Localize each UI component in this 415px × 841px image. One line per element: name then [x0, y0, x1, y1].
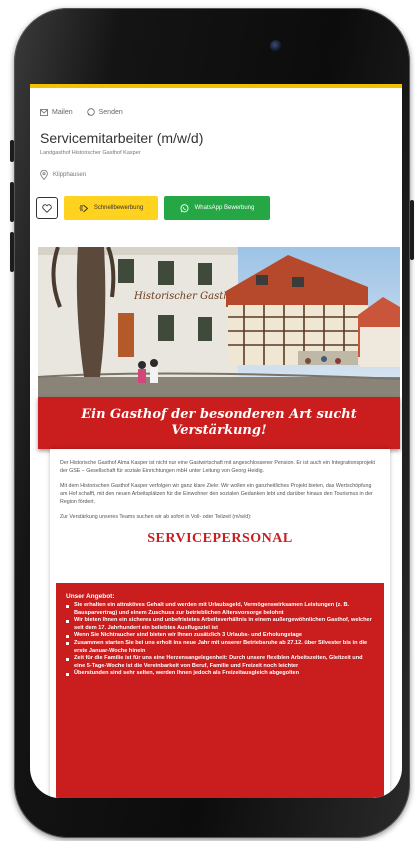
inn-sign-text: Historischer Gasthof	[133, 291, 242, 302]
whatsapp-apply-label: WhatsApp Bewerbung	[194, 205, 255, 211]
job-title: Servicemitarbeiter (m/w/d)	[40, 130, 204, 146]
phone-power-button	[410, 200, 414, 260]
offer-item: Zusammen starten Sie bei uns erholt ins …	[66, 640, 374, 655]
offer-item: Zeit für die Familie ist für uns eine He…	[66, 655, 374, 670]
phone-volume-up-button	[10, 182, 14, 222]
ad-paragraph-1: Der Historische Gasthof Alma Kasper ist …	[60, 460, 376, 474]
offer-item: Wenn Sie Nichtraucher sind bieten wir Ih…	[66, 632, 374, 640]
ad-banner: Ein Gasthof der besonderen Art sucht Ver…	[38, 397, 400, 449]
apply-buttons: Schnellbewerbung WhatsApp Bewerbung	[36, 196, 402, 220]
inn-illustration: Historischer Gasthof	[38, 247, 400, 403]
offer-box: Unser Angebot: Sie erhalten ein attrakti…	[56, 583, 384, 798]
whatsapp-apply-button[interactable]: WhatsApp Bewerbung	[164, 196, 270, 220]
header-accent-bar	[30, 84, 402, 88]
mail-icon	[40, 108, 48, 116]
offer-item: Sie erhalten ein attraktives Gehalt und …	[66, 602, 374, 617]
whatsapp-icon	[180, 203, 189, 212]
phone-screen: Mailen Senden Servicemitarbeiter (m/w/d)…	[30, 84, 402, 798]
ad-card: Der Historische Gasthof Alma Kasper ist …	[50, 449, 390, 798]
quick-apply-icon	[79, 204, 88, 212]
ad-paragraph-2: Mit dem Historischen Gasthof Kasper verf…	[60, 483, 373, 505]
quick-apply-button[interactable]: Schnellbewerbung	[64, 196, 158, 220]
offer-item: Wir bieten Ihnen ein sicheres und unbefr…	[66, 617, 374, 632]
favorite-button[interactable]	[36, 197, 58, 219]
ad-paragraph-3: Zur Verstärkung unseres Teams suchen wir…	[60, 514, 252, 520]
job-ad-poster: Historischer Gasthof Ein Gasthof der bes…	[38, 247, 400, 798]
banner-line-2: Verstärkung!	[171, 423, 267, 438]
location-pin-icon	[40, 170, 48, 180]
banner-line-1: Ein Gasthof der besonderen Art sucht	[81, 407, 357, 422]
whatsapp-icon	[86, 108, 95, 116]
share-actions: Mailen Senden	[30, 108, 402, 116]
heart-icon	[42, 203, 52, 213]
phone-side-button	[10, 140, 14, 162]
front-camera	[270, 40, 282, 52]
job-location: Klipphausen	[40, 170, 392, 180]
offer-list: Sie erhalten ein attraktives Gehalt und …	[56, 602, 384, 678]
quick-apply-label: Schnellbewerbung	[93, 205, 144, 211]
location-label: Klipphausen	[53, 172, 87, 178]
phone-volume-down-button	[10, 232, 14, 272]
offer-item: Überstunden sind sehr selten, werden Ihn…	[66, 670, 374, 678]
ad-heading: SERVICEPERSONAL	[147, 531, 293, 546]
offer-title: Unser Angebot:	[66, 593, 115, 600]
company-name[interactable]: Landgasthof Historischer Gasthof Kasper	[40, 150, 392, 156]
mail-label: Mailen	[52, 108, 73, 116]
inn-photo: Historischer Gasthof	[38, 247, 400, 403]
mail-action[interactable]: Mailen	[40, 109, 73, 116]
share-action[interactable]: Senden	[86, 108, 123, 116]
share-label: Senden	[98, 108, 123, 116]
